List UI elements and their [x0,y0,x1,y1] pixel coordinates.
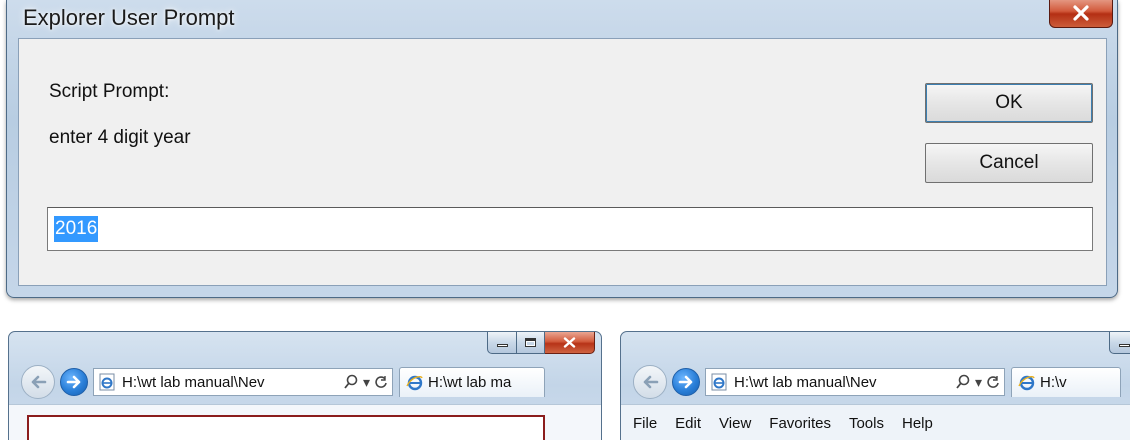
ie-logo-icon [406,375,423,390]
browser-tab[interactable]: H:\wt lab ma [399,367,545,397]
dropdown-icon[interactable]: ▾ [975,374,982,391]
maximize-icon [525,338,536,347]
forward-button[interactable] [60,368,88,396]
minimize-button[interactable] [487,332,517,354]
ie-logo-icon [1018,375,1035,390]
dialog-close-button[interactable] [1049,0,1113,28]
address-bar[interactable]: H:\wt lab manual\Nev ▾ [705,368,1005,396]
window-caption-buttons [487,332,595,354]
browser-window-right: H:\wt lab manual\Nev ▾ H:\v File Edit Vi… [620,331,1130,440]
close-icon [1073,4,1089,21]
back-button[interactable] [633,365,667,399]
prompt-input[interactable]: 2016 [47,207,1093,251]
address-controls: ▾ [955,374,1000,391]
back-button[interactable] [21,365,55,399]
menu-view[interactable]: View [719,415,751,432]
menu-tools[interactable]: Tools [849,415,884,432]
close-button[interactable] [545,332,595,354]
refresh-icon[interactable] [374,375,388,389]
minimize-icon [1118,344,1130,347]
menu-file[interactable]: File [633,415,657,432]
page-red-bordered-box [27,415,545,440]
address-text: H:\wt lab manual\Nev [122,373,265,391]
browser-tab[interactable]: H:\v [1011,367,1121,397]
browser-window-left: H:\wt lab manual\Nev ▾ H:\wt lab ma [8,331,602,440]
maximize-button[interactable] [517,332,545,354]
close-icon [563,337,576,348]
forward-button[interactable] [672,368,700,396]
refresh-icon[interactable] [986,375,1000,389]
dropdown-icon[interactable]: ▾ [363,374,370,391]
minimize-button[interactable] [1109,332,1130,354]
arrow-right-icon [66,375,81,389]
script-prompt-label: Script Prompt: [49,81,170,102]
prompt-message: enter 4 digit year [49,127,191,148]
navigation-bar: H:\wt lab manual\Nev ▾ [633,364,1121,400]
dialog-title: Explorer User Prompt [23,5,235,30]
prompt-input-value: 2016 [54,216,99,242]
navigation-bar: H:\wt lab manual\Nev ▾ [21,364,545,400]
window-caption-buttons [1109,332,1130,354]
menu-favorites[interactable]: Favorites [769,415,831,432]
dialog-titlebar[interactable]: Explorer User Prompt [7,0,1117,38]
menu-help[interactable]: Help [902,415,933,432]
ie-page-icon [99,373,115,391]
ie-page-icon [711,373,727,391]
minimize-icon [496,344,508,347]
search-icon[interactable] [955,374,971,390]
arrow-left-icon [643,375,659,389]
arrow-left-icon [31,375,47,389]
menu-strip: File Edit View Favorites Tools Help [621,404,1130,440]
menu-edit[interactable]: Edit [675,415,701,432]
search-icon[interactable] [343,374,359,390]
address-text: H:\wt lab manual\Nev [734,373,877,391]
explorer-user-prompt-dialog: Explorer User Prompt Script Prompt: ente… [6,0,1118,298]
address-bar[interactable]: H:\wt lab manual\Nev ▾ [93,368,393,396]
cancel-button[interactable]: Cancel [925,143,1093,183]
menu-bar: File Edit View Favorites Tools Help [621,405,1130,440]
screen: Explorer User Prompt Script Prompt: ente… [0,0,1130,440]
tab-title: H:\wt lab ma [428,374,512,391]
address-controls: ▾ [343,374,388,391]
ok-button[interactable]: OK [925,83,1093,123]
tab-title: H:\v [1040,374,1067,391]
page-content [9,404,601,440]
dialog-body: Script Prompt: enter 4 digit year OK Can… [18,38,1107,286]
arrow-right-icon [678,375,693,389]
